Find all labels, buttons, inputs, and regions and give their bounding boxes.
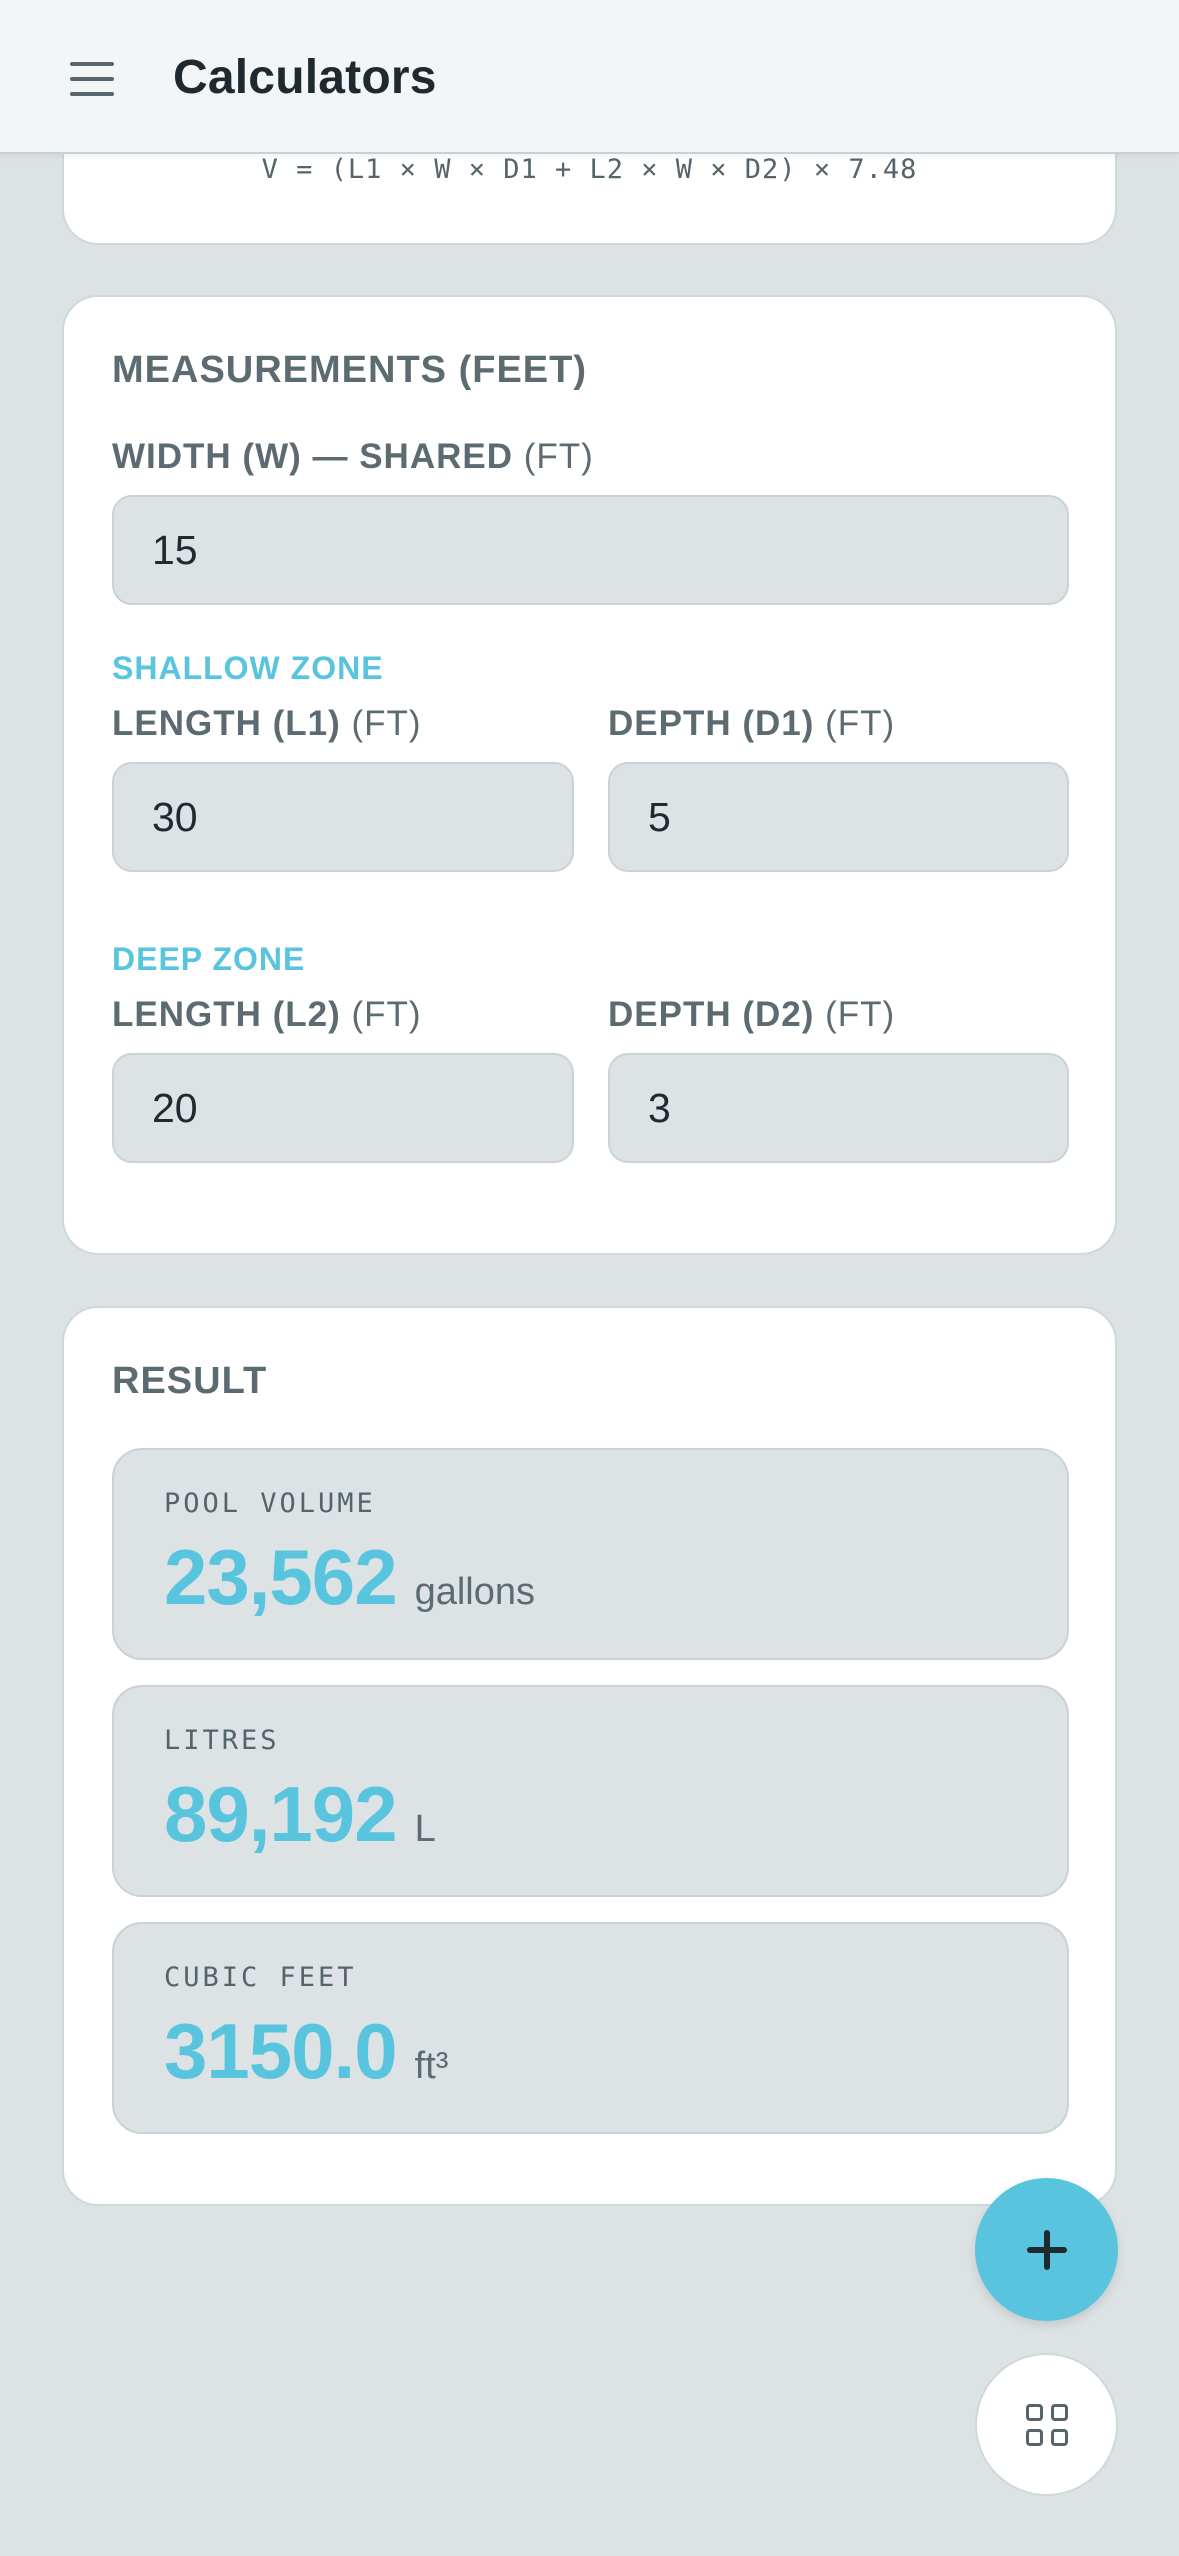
- result-value: 89,192: [164, 1770, 398, 1858]
- measurements-card: MEASUREMENTS (FEET) WIDTH (W) — SHARED (…: [62, 295, 1117, 1255]
- length-l2-label-text: LENGTH (L2): [112, 995, 341, 1034]
- grid-view-button[interactable]: [975, 2353, 1118, 2496]
- grid-icon: [1025, 2403, 1068, 2446]
- depth-d1-unit: (FT): [825, 704, 896, 743]
- result-unit: L: [414, 1808, 436, 1850]
- result-title: RESULT: [112, 1360, 268, 1402]
- length-l2-unit: (FT): [351, 995, 422, 1034]
- result-label: POOL VOLUME: [164, 1488, 376, 1519]
- length-l1-unit: (FT): [351, 704, 422, 743]
- measurements-title: MEASUREMENTS (FEET): [112, 349, 587, 391]
- deep-zone-title: DEEP ZONE: [112, 941, 306, 977]
- add-button[interactable]: [975, 2178, 1118, 2321]
- depth-d2-input[interactable]: 3: [608, 1053, 1069, 1163]
- plus-icon: [1026, 2229, 1067, 2270]
- result-label: LITRES: [164, 1725, 280, 1756]
- length-l1-input[interactable]: 30: [112, 762, 574, 872]
- width-label-text: WIDTH (W) — SHARED: [112, 437, 514, 476]
- width-label: WIDTH (W) — SHARED (FT): [112, 437, 594, 477]
- depth-d2-unit: (FT): [825, 995, 896, 1034]
- app-bar: Calculators: [0, 0, 1179, 154]
- width-unit: (FT): [523, 437, 594, 476]
- depth-d1-label: DEPTH (D1) (FT): [608, 704, 895, 744]
- width-input[interactable]: 15: [112, 495, 1069, 605]
- result-value-row: 23,562 gallons: [164, 1532, 535, 1623]
- length-l2-input[interactable]: 20: [112, 1053, 574, 1163]
- result-value-row: 3150.0 ft³: [164, 2006, 448, 2097]
- depth-d1-input[interactable]: 5: [608, 762, 1069, 872]
- length-l1-label: LENGTH (L1) (FT): [112, 704, 422, 744]
- result-label: CUBIC FEET: [164, 1962, 357, 1993]
- litres-result: LITRES 89,192 L: [112, 1685, 1069, 1897]
- result-value: 3150.0: [164, 2007, 398, 2095]
- depth-d2-label: DEPTH (D2) (FT): [608, 995, 895, 1035]
- result-value: 23,562: [164, 1533, 398, 1621]
- shallow-zone-title: SHALLOW ZONE: [112, 650, 384, 686]
- length-l1-label-text: LENGTH (L1): [112, 704, 341, 743]
- pool-volume-result: POOL VOLUME 23,562 gallons: [112, 1448, 1069, 1660]
- calculator-page: Calculators V = (L1 × W × D1 + L2 × W × …: [0, 0, 1179, 2556]
- cubic-feet-result: CUBIC FEET 3150.0 ft³: [112, 1922, 1069, 2134]
- depth-d2-label-text: DEPTH (D2): [608, 995, 815, 1034]
- hamburger-menu-icon[interactable]: [70, 62, 114, 96]
- result-value-row: 89,192 L: [164, 1769, 436, 1860]
- depth-d1-label-text: DEPTH (D1): [608, 704, 815, 743]
- page-title: Calculators: [173, 51, 437, 104]
- length-l2-label: LENGTH (L2) (FT): [112, 995, 422, 1035]
- result-unit: gallons: [414, 1571, 535, 1613]
- result-unit: ft³: [414, 2045, 449, 2087]
- result-card: RESULT POOL VOLUME 23,562 gallons LITRES…: [62, 1306, 1117, 2206]
- formula-text: V = (L1 × W × D1 + L2 × W × D2) × 7.48: [261, 154, 918, 185]
